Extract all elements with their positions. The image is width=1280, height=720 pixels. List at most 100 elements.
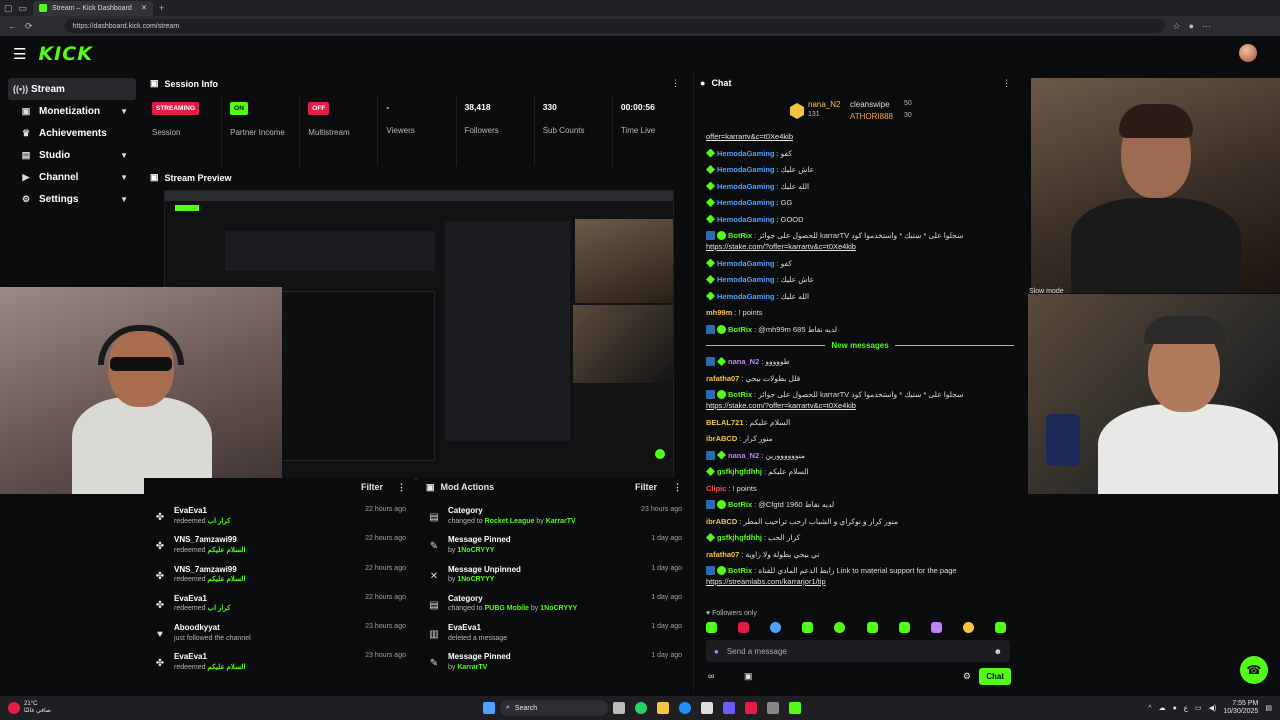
calendar-icon[interactable]: ▣ [744, 671, 753, 682]
sidebar-item-stream[interactable]: ((•)) Stream [8, 78, 136, 100]
favorite-icon[interactable]: ☆ [1173, 21, 1181, 32]
hamburger-menu-icon[interactable]: ☰ [13, 45, 26, 63]
file-explorer-icon[interactable] [657, 702, 669, 714]
url-field[interactable]: https://dashboard.kick.com/stream [64, 19, 1165, 33]
sidebar-item-monetization[interactable]: ▣ Monetization ▼ [8, 100, 136, 122]
window-menu-icon[interactable]: ▢ [4, 3, 13, 14]
chat-username[interactable]: HemodaGaming [717, 182, 775, 191]
second-gifter-name[interactable]: cleanswipe [850, 100, 890, 109]
chat-message-text[interactable]: offer=karrartv&c=t0Xe4kib [706, 132, 793, 141]
chat-username[interactable]: HemodaGaming [717, 275, 775, 284]
refresh-icon[interactable]: ⟳ [25, 21, 33, 32]
more-options-icon[interactable]: ⋮ [1002, 78, 1011, 89]
close-tab-icon[interactable]: ✕ [141, 4, 147, 12]
mod-action-actor[interactable]: 1NoCRYYY [457, 547, 494, 554]
whatsapp-icon[interactable] [635, 702, 647, 714]
weather-widget[interactable]: 21°C صافي غالبًا [8, 701, 51, 715]
status-badge[interactable]: ON [230, 102, 248, 115]
user-avatar[interactable] [1239, 44, 1257, 62]
chat-username[interactable]: ibrABCD [706, 434, 737, 443]
language-indicator[interactable]: ع [1184, 704, 1188, 712]
redeem-user[interactable]: Aboodkyyat [174, 623, 357, 634]
more-options-icon[interactable]: ⋮ [671, 78, 680, 89]
cloud-icon[interactable]: ☁ [1159, 704, 1166, 712]
notification-icon[interactable]: ▤ [1265, 704, 1272, 712]
chat-username[interactable]: BotRix [728, 500, 752, 509]
chat-username[interactable]: HemodaGaming [717, 292, 775, 301]
sidebar-item-achievements[interactable]: ♛ Achievements [8, 122, 136, 144]
microphone-icon[interactable]: ● [714, 647, 719, 656]
chat-username[interactable]: BELAL721 [706, 418, 744, 427]
task-view-icon[interactable] [613, 702, 625, 714]
redeem-user[interactable]: EvaEva1 [174, 506, 357, 517]
send-chat-button[interactable]: Chat [979, 668, 1011, 685]
sidebar-item-channel[interactable]: ▶ Channel ▼ [8, 166, 136, 188]
tab-list-icon[interactable]: ▭ [19, 3, 28, 14]
status-badge[interactable]: OFF [308, 102, 330, 115]
kick-logo[interactable]: KICK [38, 43, 92, 65]
emote-icon[interactable] [898, 622, 910, 633]
microphone-icon[interactable]: ● [1173, 705, 1177, 712]
profile-icon[interactable]: ● [1189, 21, 1194, 31]
chevron-up-icon[interactable]: ^ [1148, 705, 1151, 712]
chat-username[interactable]: BotRix [728, 231, 752, 240]
emote-icon[interactable] [834, 622, 846, 633]
emote-icon[interactable] [706, 622, 717, 633]
emote-icon[interactable] [866, 622, 878, 633]
emote-icon[interactable] [738, 622, 750, 633]
redeem-user[interactable]: VNS_7amzawi99 [174, 565, 357, 576]
kick-app-icon[interactable] [789, 702, 801, 714]
redeem-user[interactable]: VNS_7amzawi99 [174, 535, 357, 546]
support-chat-button[interactable]: ☎ [1240, 656, 1268, 684]
settings-app-icon[interactable] [767, 702, 779, 714]
network-icon[interactable]: ▭ [1195, 704, 1202, 712]
chat-username[interactable]: gsfkjhgfdhhj [717, 533, 762, 542]
mod-action-actor[interactable]: KarrarTV [546, 518, 576, 525]
filter-button[interactable]: Filter [361, 482, 383, 492]
chat-message-link[interactable]: https://stake.com/?offer=karrartv&c=t0Xe… [706, 401, 856, 410]
chat-username[interactable]: HemodaGaming [717, 198, 775, 207]
chat-username[interactable]: mh99m [706, 308, 732, 317]
new-tab-icon[interactable]: + [159, 3, 164, 13]
chat-username[interactable]: ibrABCD [706, 517, 737, 526]
loop-icon[interactable]: ∞ [708, 671, 714, 681]
chat-username[interactable]: HemodaGaming [717, 259, 775, 268]
browser-tab[interactable]: Stream – Kick Dashboard ✕ [33, 0, 154, 16]
emoji-icon[interactable]: ☻ [994, 647, 1002, 656]
chat-username[interactable]: nana_N2 [728, 357, 759, 366]
emote-icon[interactable] [994, 622, 1006, 633]
emote-icon[interactable] [962, 622, 974, 633]
clock[interactable]: 7:55 PM 10/30/2025 [1223, 700, 1258, 716]
chat-username[interactable]: nana_N2 [728, 451, 759, 460]
sidebar-item-studio[interactable]: ▤ Studio ▼ [8, 144, 136, 166]
filter-button[interactable]: Filter [635, 482, 657, 492]
chat-message-link[interactable]: https://stake.com/?offer=karrartv&c=t0Xe… [706, 242, 856, 251]
gear-icon[interactable]: ⚙ [963, 671, 971, 682]
chat-username[interactable]: HemodaGaming [717, 149, 775, 158]
windows-start-icon[interactable] [483, 702, 495, 714]
emote-icon[interactable] [930, 622, 942, 633]
volume-icon[interactable]: ◀) [1209, 704, 1217, 712]
app-icon[interactable] [745, 702, 757, 714]
chat-username[interactable]: BotRix [728, 566, 752, 575]
mod-action-actor[interactable]: 1NoCRYYY [457, 576, 494, 583]
more-options-icon[interactable]: ⋮ [397, 482, 406, 493]
back-icon[interactable]: ← [8, 21, 17, 31]
chat-username[interactable]: HemodaGaming [717, 215, 775, 224]
chat-username[interactable]: BotRix [728, 390, 752, 399]
emote-icon[interactable] [802, 622, 814, 633]
chat-username[interactable]: rafatha07 [706, 550, 739, 559]
chat-message-link[interactable]: https://streamlabs.com/karrarjor1/tip [706, 577, 826, 586]
mod-action-actor[interactable]: KarrarTV [457, 664, 487, 671]
top-gifter-name[interactable]: nana_N2 [808, 100, 840, 109]
mod-action-title[interactable]: EvaEva1 [448, 623, 643, 634]
chat-username[interactable]: HemodaGaming [717, 165, 775, 174]
taskbar-search[interactable]: ⌕ Search [500, 700, 608, 716]
chat-username[interactable]: Clipic [706, 484, 726, 493]
redeem-user[interactable]: EvaEva1 [174, 652, 357, 663]
redeem-user[interactable]: EvaEva1 [174, 594, 357, 605]
chat-input[interactable]: ● Send a message ☻ [706, 640, 1010, 662]
chat-username[interactable]: rafatha07 [706, 374, 739, 383]
chat-username[interactable]: gsfkjhgfdhhj [717, 467, 762, 476]
emote-icon[interactable] [770, 622, 782, 633]
